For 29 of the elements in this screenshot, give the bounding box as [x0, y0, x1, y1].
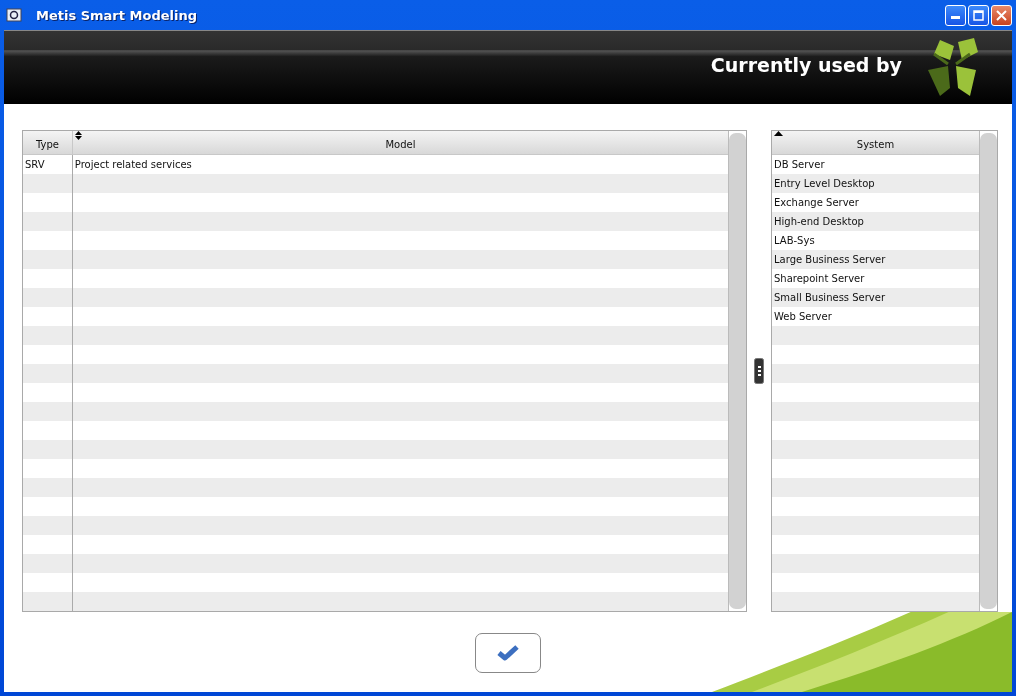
- table-cell: DB Server: [774, 159, 825, 170]
- table-cell: SRV: [25, 159, 45, 170]
- maximize-icon: [973, 9, 984, 21]
- sort-ascending-icon: [774, 131, 783, 136]
- table-cell: Sharepoint Server: [774, 273, 865, 284]
- column-header[interactable]: System: [772, 131, 979, 154]
- window-title: Metis Smart Modeling: [36, 7, 198, 23]
- close-button[interactable]: [991, 4, 1012, 26]
- table-cell: Web Server: [774, 311, 832, 322]
- header-title: Currently used by: [710, 53, 902, 76]
- checkmark-icon: [497, 645, 519, 661]
- table-cell: Large Business Server: [774, 254, 886, 265]
- column-header[interactable]: Type: [23, 131, 73, 154]
- table-cell: LAB-Sys: [774, 235, 815, 246]
- sort-icon: [74, 131, 82, 140]
- scroll-bar[interactable]: [728, 131, 746, 611]
- table-cell: Entry Level Desktop: [774, 178, 875, 189]
- minimize-button[interactable]: [945, 4, 966, 26]
- table-cell: Project related services: [74, 159, 192, 170]
- app-icon: [6, 7, 22, 23]
- scroll-bar[interactable]: [979, 131, 997, 611]
- confirm-button[interactable]: [475, 633, 541, 673]
- close-icon: [996, 9, 1007, 21]
- maximize-button[interactable]: [968, 4, 989, 26]
- table-cell: Exchange Server: [774, 197, 859, 208]
- splitter-handle[interactable]: [754, 358, 764, 384]
- column-header[interactable]: Model: [72, 131, 728, 154]
- table-cell: Small Business Server: [774, 292, 886, 303]
- table-cell: High-end Desktop: [774, 216, 864, 227]
